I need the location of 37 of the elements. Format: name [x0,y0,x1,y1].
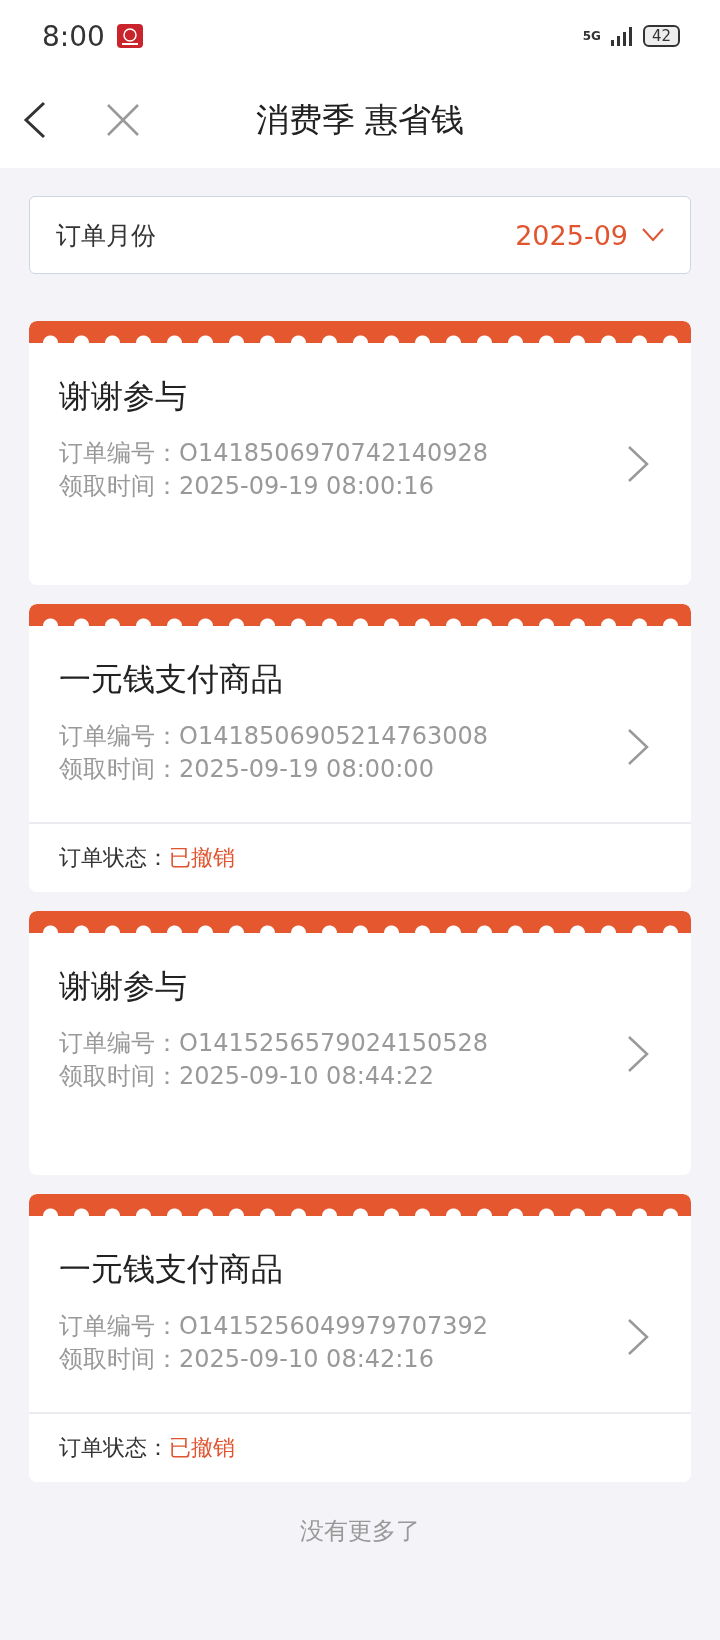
status-label: 订单状态： [59,1434,169,1462]
caret-icon [642,228,664,242]
order-number: 订单编号：O1418506905214763008 [59,721,488,752]
order-number: 订单编号：O1418506970742140928 [59,438,488,469]
status-time: 8:00 [42,19,105,53]
order-card[interactable]: 一元钱支付商品 订单编号：O1418506905214763008 领取时间：2025-09-19 08:00:00 订单状态：已撤销 [29,604,691,892]
order-title: 一元钱支付商品 [59,659,283,700]
order-card[interactable]: 谢谢参与 订单编号：O1415256579024150528 领取时间：2025-09-10 08:44:22 [29,911,691,1175]
back-icon[interactable] [22,100,48,140]
battery-level: 42 [642,25,680,47]
month-selector[interactable]: 订单月份 2025-09 [29,196,691,274]
chevron-right-icon [627,728,649,766]
close-icon[interactable] [106,103,140,137]
order-number: 订单编号：O1415256579024150528 [59,1028,488,1059]
claim-time: 领取时间：2025-09-19 08:00:00 [59,754,434,785]
status-label: 订单状态： [59,844,169,872]
chevron-right-icon [627,1035,649,1073]
chevron-right-icon [627,1318,649,1356]
network-type: 5G [582,29,601,43]
order-card[interactable]: 一元钱支付商品 订单编号：O1415256049979707392 领取时间：2025-09-10 08:42:16 订单状态：已撤销 [29,1194,691,1482]
chevron-right-icon [627,445,649,483]
order-title: 谢谢参与 [59,966,187,1007]
order-status: 已撤销 [169,1434,235,1462]
end-of-list-text: 没有更多了 [300,1517,420,1545]
app-notification-icon [116,24,143,48]
claim-time: 领取时间：2025-09-10 08:44:22 [59,1061,434,1092]
month-label: 订单月份 [56,219,157,252]
order-title: 谢谢参与 [59,376,187,417]
order-status: 已撤销 [169,844,235,872]
claim-time: 领取时间：2025-09-19 08:00:16 [59,471,434,502]
page-title: 消费季 惠省钱 [255,99,465,139]
claim-time: 领取时间：2025-09-10 08:42:16 [59,1344,434,1375]
order-title: 一元钱支付商品 [59,1249,283,1290]
signal-icon [608,26,635,46]
order-number: 订单编号：O1415256049979707392 [59,1311,488,1342]
order-card[interactable]: 谢谢参与 订单编号：O1418506970742140928 领取时间：2025-09-19 08:00:16 [29,321,691,585]
month-value: 2025-09 [515,219,628,251]
